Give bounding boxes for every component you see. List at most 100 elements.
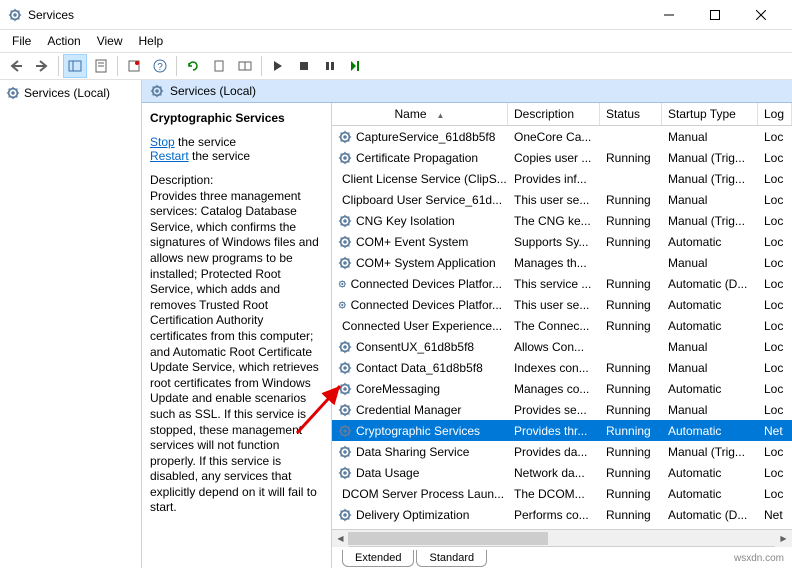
service-logon: Loc bbox=[758, 170, 792, 188]
gear-icon bbox=[338, 235, 352, 249]
menu-file[interactable]: File bbox=[4, 32, 39, 50]
service-logon: Loc bbox=[758, 128, 792, 146]
service-row[interactable]: Data Sharing ServiceProvides da...Runnin… bbox=[332, 441, 792, 462]
menu-bar: File Action View Help bbox=[0, 30, 792, 52]
scroll-thumb[interactable] bbox=[348, 532, 548, 545]
stop-service-button[interactable] bbox=[292, 54, 316, 78]
horizontal-scrollbar[interactable]: ◀ ▶ bbox=[332, 529, 792, 546]
service-row[interactable]: COM+ Event SystemSupports Sy...RunningAu… bbox=[332, 231, 792, 252]
service-startup: Manual (Trig... bbox=[662, 212, 758, 230]
gear-icon bbox=[338, 466, 352, 480]
service-startup: Automatic bbox=[662, 422, 758, 440]
service-logon: Loc bbox=[758, 443, 792, 461]
menu-view[interactable]: View bbox=[89, 32, 131, 50]
service-description: Provides se... bbox=[508, 401, 600, 419]
service-status bbox=[600, 261, 662, 265]
service-description: The CNG ke... bbox=[508, 212, 600, 230]
service-row[interactable]: Connected Devices Platfor...This service… bbox=[332, 273, 792, 294]
refresh-button[interactable] bbox=[181, 54, 205, 78]
gear-icon bbox=[338, 256, 352, 270]
service-name: Connected Devices Platfor... bbox=[351, 298, 502, 312]
service-row[interactable]: Cryptographic ServicesProvides thr...Run… bbox=[332, 420, 792, 441]
menu-help[interactable]: Help bbox=[131, 32, 172, 50]
menu-action[interactable]: Action bbox=[39, 32, 88, 50]
service-status: Running bbox=[600, 149, 662, 167]
export-list-button[interactable] bbox=[233, 54, 257, 78]
restart-service-button[interactable] bbox=[344, 54, 368, 78]
service-row[interactable]: ConsentUX_61d8b5f8Allows Con...ManualLoc bbox=[332, 336, 792, 357]
start-service-button[interactable] bbox=[266, 54, 290, 78]
tree-item-services-local[interactable]: Services (Local) bbox=[4, 84, 137, 102]
gear-icon bbox=[338, 151, 352, 165]
service-startup: Manual bbox=[662, 338, 758, 356]
col-description[interactable]: Description bbox=[508, 103, 600, 125]
export-button[interactable] bbox=[122, 54, 146, 78]
service-startup: Manual (Trig... bbox=[662, 170, 758, 188]
sort-asc-icon: ▲ bbox=[437, 111, 445, 120]
service-logon: Loc bbox=[758, 233, 792, 251]
service-name: Contact Data_61d8b5f8 bbox=[356, 361, 483, 375]
close-button[interactable] bbox=[738, 0, 784, 30]
description-text: Provides three management services: Cata… bbox=[150, 189, 323, 516]
service-row[interactable]: CaptureService_61d8b5f8OneCore Ca...Manu… bbox=[332, 126, 792, 147]
col-status[interactable]: Status bbox=[600, 103, 662, 125]
service-logon: Loc bbox=[758, 317, 792, 335]
service-status bbox=[600, 177, 662, 181]
col-startup[interactable]: Startup Type bbox=[662, 103, 758, 125]
view-tabs: Extended Standard bbox=[332, 546, 792, 568]
tab-standard[interactable]: Standard bbox=[416, 550, 487, 567]
service-startup: Automatic bbox=[662, 485, 758, 503]
properties-button[interactable] bbox=[89, 54, 113, 78]
service-row[interactable]: Data UsageNetwork da...RunningAutomaticL… bbox=[332, 462, 792, 483]
service-row[interactable]: Delivery OptimizationPerforms co...Runni… bbox=[332, 504, 792, 525]
service-name: Data Usage bbox=[356, 466, 419, 480]
show-hide-tree-button[interactable] bbox=[63, 54, 87, 78]
col-logon[interactable]: Log bbox=[758, 103, 792, 125]
service-description: This service ... bbox=[508, 275, 600, 293]
back-button[interactable] bbox=[4, 54, 28, 78]
tree-item-label: Services (Local) bbox=[24, 86, 110, 100]
gear-icon bbox=[338, 508, 352, 522]
watermark: wsxdn.com bbox=[734, 553, 784, 564]
service-row[interactable]: Client License Service (ClipS...Provides… bbox=[332, 168, 792, 189]
service-logon: Loc bbox=[758, 149, 792, 167]
col-name[interactable]: Name ▲ bbox=[332, 103, 508, 125]
forward-button[interactable] bbox=[30, 54, 54, 78]
service-status: Running bbox=[600, 191, 662, 209]
service-status: Running bbox=[600, 380, 662, 398]
service-description: Network da... bbox=[508, 464, 600, 482]
restart-link[interactable]: Restart bbox=[150, 149, 189, 163]
stop-link[interactable]: Stop bbox=[150, 135, 175, 149]
service-status: Running bbox=[600, 506, 662, 524]
pause-service-button[interactable] bbox=[318, 54, 342, 78]
service-row[interactable]: Connected Devices Platfor...This user se… bbox=[332, 294, 792, 315]
scroll-right-icon[interactable]: ▶ bbox=[775, 530, 792, 547]
service-row[interactable]: Contact Data_61d8b5f8Indexes con...Runni… bbox=[332, 357, 792, 378]
gear-icon bbox=[338, 340, 352, 354]
gear-icon bbox=[338, 382, 352, 396]
service-name: CoreMessaging bbox=[356, 382, 440, 396]
service-status: Running bbox=[600, 443, 662, 461]
maximize-button[interactable] bbox=[692, 0, 738, 30]
service-status: Running bbox=[600, 485, 662, 503]
pane-header-title: Services (Local) bbox=[170, 84, 256, 98]
service-row[interactable]: COM+ System ApplicationManages th...Manu… bbox=[332, 252, 792, 273]
service-description: Copies user ... bbox=[508, 149, 600, 167]
service-row[interactable]: Clipboard User Service_61d...This user s… bbox=[332, 189, 792, 210]
service-startup: Automatic bbox=[662, 317, 758, 335]
service-logon: Loc bbox=[758, 338, 792, 356]
service-row[interactable]: CNG Key IsolationThe CNG ke...RunningMan… bbox=[332, 210, 792, 231]
minimize-button[interactable] bbox=[646, 0, 692, 30]
tab-extended[interactable]: Extended bbox=[342, 550, 414, 567]
service-row[interactable]: CoreMessagingManages co...RunningAutomat… bbox=[332, 378, 792, 399]
service-name: Certificate Propagation bbox=[356, 151, 478, 165]
scroll-left-icon[interactable]: ◀ bbox=[332, 530, 349, 547]
service-row[interactable]: Connected User Experience...The Connec..… bbox=[332, 315, 792, 336]
service-row[interactable]: Certificate Propagation Copies user ...Ru… bbox=[332, 147, 792, 168]
help-button[interactable]: ? bbox=[148, 54, 172, 78]
service-row[interactable]: Credential ManagerProvides se...RunningM… bbox=[332, 399, 792, 420]
service-status: Running bbox=[600, 317, 662, 335]
service-name: DCOM Server Process Laun... bbox=[342, 487, 504, 501]
service-row[interactable]: DCOM Server Process Laun...The DCOM...Ru… bbox=[332, 483, 792, 504]
properties-2-button[interactable] bbox=[207, 54, 231, 78]
